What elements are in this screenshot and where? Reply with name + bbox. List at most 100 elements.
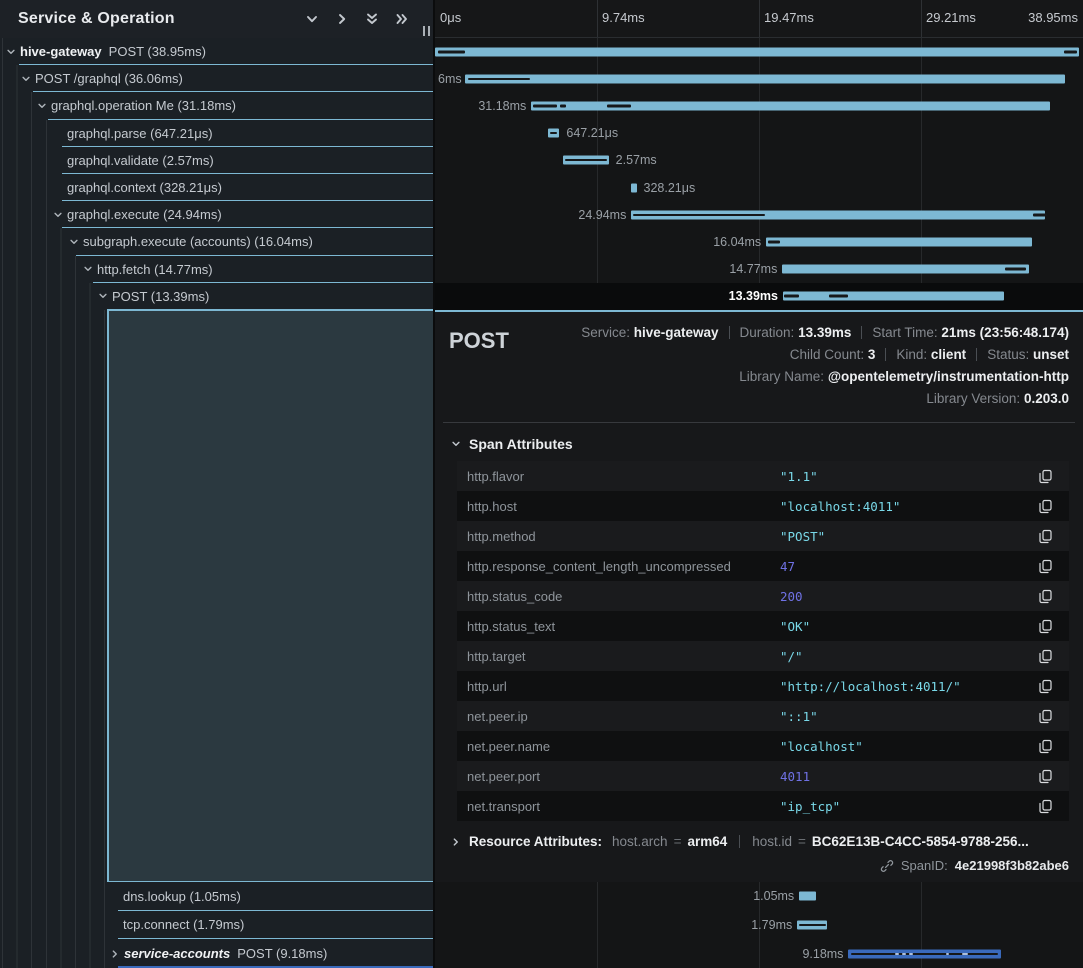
chevron-down-icon[interactable] [6,47,16,57]
attribute-row: net.peer.port4011 [457,761,1069,791]
span-row-graphql-operation[interactable]: graphql.operation Me (31.18ms) [0,92,433,119]
span-bar[interactable] [782,265,1029,274]
chevron-down-icon[interactable] [21,74,31,84]
ruler-tick: 29.21ms [926,10,976,25]
bar-row-selected: 13.39ms [435,283,1083,310]
service-name: hive-gateway [20,44,102,59]
span-bars-top: 6ms 31.18ms 647.21μs 2.57ms [435,38,1083,310]
chevron-down-icon[interactable] [98,291,108,301]
attribute-key: http.flavor [467,469,780,484]
attribute-key: http.response_content_length_uncompresse… [467,559,780,574]
detail-meta-line2: Child Count: 3Kind: clientStatus: unset [581,344,1069,366]
span-bar[interactable] [465,74,1065,83]
span-row-post-selected[interactable]: POST (13.39ms) [0,283,433,310]
detail-row-left-region [0,310,433,882]
double-chevron-right-icon[interactable] [395,12,409,26]
bar-row: 328.21μs [435,174,1083,201]
indent-guides [2,228,63,255]
child-marker [1064,50,1077,53]
link-icon[interactable] [880,859,894,873]
child-marker [851,953,998,955]
span-row-post-graphql[interactable]: POST /graphql (36.06ms) [0,65,433,92]
attribute-row: net.peer.name"localhost" [457,731,1069,761]
copy-icon[interactable] [1038,469,1053,484]
span-row-subgraph-execute[interactable]: subgraph.execute (accounts) (16.04ms) [0,228,433,255]
child-marker [909,953,913,955]
span-row-graphql-parse[interactable]: graphql.parse (647.21μs) [0,120,433,147]
service-operation-panel: Service & Operation hive-gateway POST (3… [0,0,435,968]
attribute-key: net.peer.ip [467,709,780,724]
resource-value: BC62E13B-C4CC-5854-9788-256... [812,834,1029,849]
span-row-graphql-execute[interactable]: graphql.execute (24.94ms) [0,201,433,228]
span-row-http-fetch[interactable]: http.fetch (14.77ms) [0,256,433,283]
child-count-value: 3 [868,347,876,362]
child-marker [1005,268,1026,271]
child-marker [902,953,906,955]
span-row-graphql-context[interactable]: graphql.context (328.21μs) [0,174,433,201]
attribute-value: 47 [780,559,1038,574]
indent-guides [2,174,48,201]
chevron-down-icon[interactable] [37,101,47,111]
indent-guides [2,120,48,147]
span-row-dns-lookup[interactable]: dns.lookup (1.05ms) [0,882,433,911]
chevron-down-icon[interactable] [83,264,93,274]
attribute-row: http.flavor"1.1" [457,461,1069,491]
span-id-value: 4e21998f3b82abe6 [955,858,1069,873]
double-chevron-down-icon[interactable] [365,12,379,26]
span-row-tcp-connect[interactable]: tcp.connect (1.79ms) [0,911,433,940]
span-row-hive-gateway-post[interactable]: hive-gateway POST (38.95ms) [0,38,433,65]
chevron-down-icon[interactable] [305,12,319,26]
copy-icon[interactable] [1038,679,1053,694]
span-row-service-accounts-post[interactable]: service-accounts POST (9.18ms) [0,939,433,968]
divider [443,422,1075,423]
copy-icon[interactable] [1038,619,1053,634]
copy-icon[interactable] [1038,529,1053,544]
attribute-row: net.transport"ip_tcp" [457,791,1069,821]
bar-row: 16.04ms [435,228,1083,255]
bar-row: 1.79ms [435,911,1083,940]
span-bar[interactable] [799,892,816,901]
attribute-row: http.status_code200 [457,581,1069,611]
chevron-right-icon [451,837,461,847]
span-row-graphql-validate[interactable]: graphql.validate (2.57ms) [0,147,433,174]
attribute-value: 4011 [780,769,1038,784]
copy-icon[interactable] [1038,559,1053,574]
chevron-right-icon[interactable] [335,12,349,26]
chevron-down-icon[interactable] [53,210,63,220]
detail-meta-line1: Service: hive-gatewayDuration: 13.39msSt… [581,322,1069,344]
copy-icon[interactable] [1038,649,1053,664]
duration-label: 24.94ms [578,208,626,222]
child-marker [550,132,558,134]
attribute-key: http.status_text [467,619,780,634]
copy-icon[interactable] [1038,589,1053,604]
copy-icon[interactable] [1038,799,1053,814]
duration-label: 14.77ms [729,262,777,276]
chevron-down-icon[interactable] [69,237,79,247]
span-bar[interactable] [766,237,1032,246]
span-bar[interactable] [631,183,636,192]
child-marker [533,104,557,107]
child-marker [468,78,530,80]
resource-attributes-row[interactable]: Resource Attributes: host.arch = arm64 h… [451,834,1069,849]
operation-name: graphql.validate (2.57ms) [67,153,214,168]
operation-name: graphql.context (328.21μs) [67,180,222,195]
chevron-right-icon[interactable] [110,949,120,959]
copy-icon[interactable] [1038,739,1053,754]
indent-guides [2,147,48,174]
ruler-tick: 9.74ms [602,10,645,25]
span-bar[interactable] [783,292,1004,301]
copy-icon[interactable] [1038,709,1053,724]
panel-resize-handle[interactable] [423,26,430,36]
service-value: hive-gateway [634,325,719,340]
selected-span-detail-backdrop [107,310,433,882]
span-attributes-header[interactable]: Span Attributes [451,436,1069,452]
kind-value: client [931,347,966,362]
ruler-tick: 38.95ms [1028,10,1078,25]
attribute-value: "OK" [780,619,1038,634]
bar-row: 24.94ms [435,201,1083,228]
span-bar[interactable] [435,47,1079,56]
detail-meta: Service: hive-gatewayDuration: 13.39msSt… [581,322,1069,410]
copy-icon[interactable] [1038,769,1053,784]
copy-icon[interactable] [1038,499,1053,514]
attribute-row: http.url"http://localhost:4011/" [457,671,1069,701]
